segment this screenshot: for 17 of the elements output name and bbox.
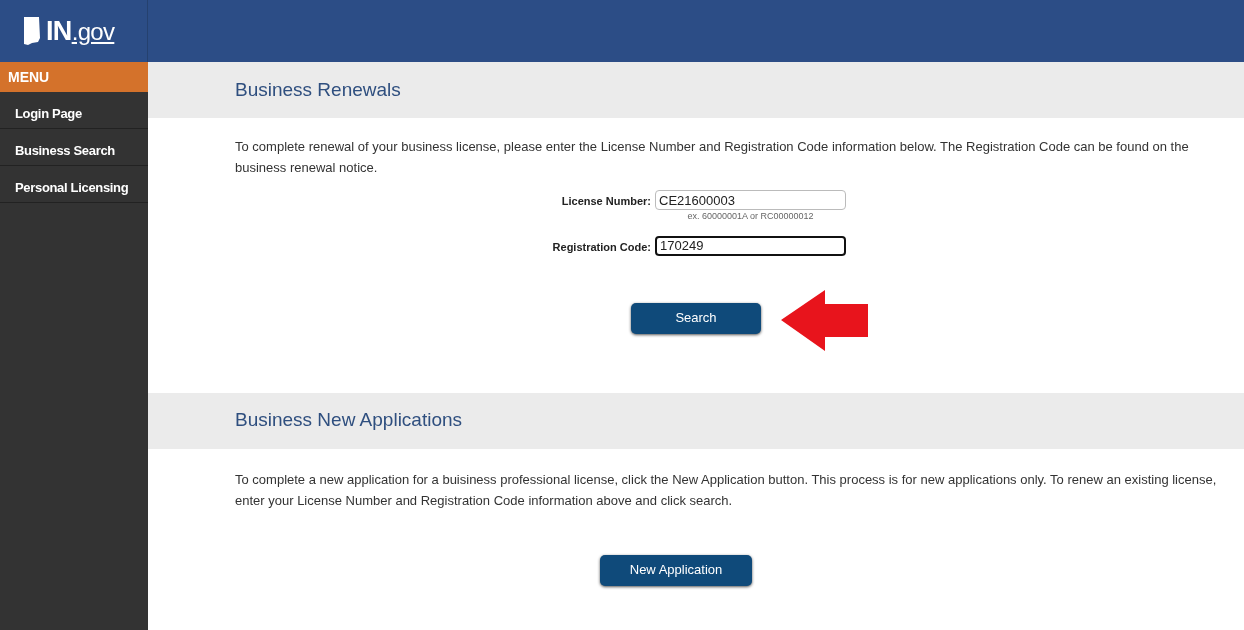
intro-text: To complete a new application for a buisiness professional license, click the New Application button. This process is for new applications only. To renew an existing license, enter your License Number and Registration Code information above and click search. xyxy=(234,470,1218,510)
logo-text: IN.gov xyxy=(46,17,115,45)
menu-title: MENU xyxy=(0,62,148,92)
state-outline-icon xyxy=(22,16,42,46)
section-title: Business Renewals xyxy=(235,77,401,102)
field-label: Registration Code: xyxy=(551,239,651,255)
section-title: Business New Applications xyxy=(235,408,463,433)
menu-item[interactable]: Personal Licensing xyxy=(0,166,148,203)
text-field[interactable]: 170249 xyxy=(655,235,846,256)
text-field[interactable]: CE21600003 xyxy=(655,190,846,210)
new-application-button[interactable]: New Application xyxy=(600,554,752,586)
search-button[interactable]: Search xyxy=(631,302,761,334)
field-label: License Number: xyxy=(560,194,651,209)
menu-item[interactable]: Business Search xyxy=(0,129,148,166)
field-hint: ex. 60000001A or RC00000012 xyxy=(687,210,814,223)
intro-text: To complete renewal of your business license, please enter the License Number and Registration Code information below. The Registration Code can be found on the business renewal notice. xyxy=(234,138,1190,177)
arrow-icon xyxy=(781,289,868,351)
